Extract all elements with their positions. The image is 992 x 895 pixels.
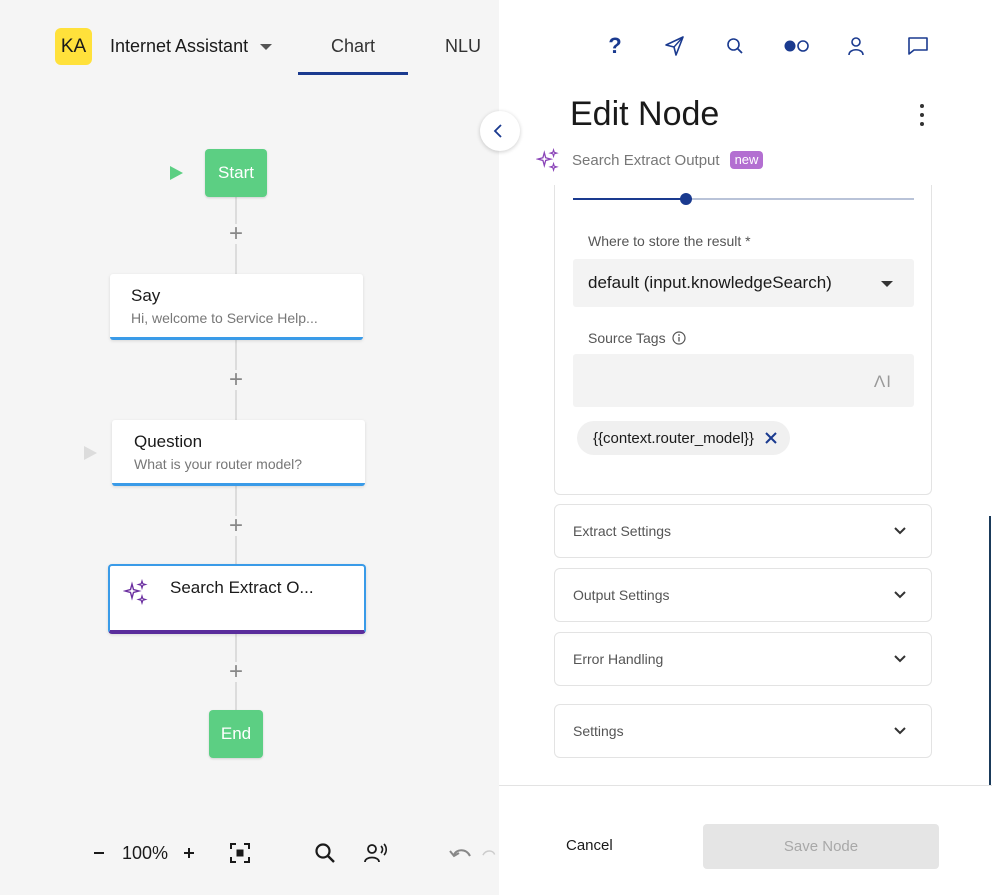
search-icon[interactable] bbox=[721, 32, 749, 60]
help-icon[interactable]: ? bbox=[601, 32, 629, 60]
project-name-label: Internet Assistant bbox=[110, 36, 249, 56]
footer-divider bbox=[499, 785, 992, 786]
voice-preview-icon[interactable] bbox=[363, 838, 389, 868]
canvas-toolbar: 100% bbox=[0, 838, 499, 868]
top-icon-bar: ? bbox=[499, 32, 992, 62]
scrollbar[interactable] bbox=[989, 516, 991, 785]
edit-node-panel: ? Edit Node Search Extract Output new Wh… bbox=[499, 0, 992, 895]
node-title: Question bbox=[134, 432, 203, 451]
add-node-button[interactable]: + bbox=[226, 222, 246, 246]
project-selector[interactable]: Internet Assistant bbox=[110, 36, 273, 57]
accordion-label: Extract Settings bbox=[573, 523, 672, 539]
chevron-down-icon bbox=[894, 591, 906, 599]
chat-icon[interactable] bbox=[904, 32, 932, 60]
node-subtitle: Hi, welcome to Service Help... bbox=[131, 310, 318, 326]
store-result-label: Where to store the result * bbox=[588, 233, 751, 249]
play-icon[interactable] bbox=[170, 166, 183, 180]
zoom-out-icon[interactable] bbox=[90, 838, 108, 868]
zoom-level: 100% bbox=[121, 842, 169, 863]
sparkle-icon bbox=[536, 148, 559, 172]
chevron-down-icon bbox=[894, 527, 906, 535]
undo-icon[interactable] bbox=[448, 838, 474, 868]
store-result-value: default (input.knowledgeSearch) bbox=[588, 273, 832, 292]
toggle-icon[interactable] bbox=[782, 32, 812, 60]
accordion-label: Settings bbox=[573, 723, 624, 739]
node-subtitle: What is your router model? bbox=[134, 456, 303, 472]
node-title: Say bbox=[131, 286, 161, 305]
play-icon bbox=[84, 446, 97, 460]
source-tags-label: Source Tags bbox=[588, 330, 666, 346]
start-node[interactable]: Start bbox=[205, 149, 267, 197]
say-node[interactable]: Say Hi, welcome to Service Help... bbox=[110, 274, 363, 340]
slider-thumb[interactable] bbox=[680, 193, 692, 205]
add-node-button[interactable]: + bbox=[226, 514, 246, 538]
chevron-left-icon bbox=[493, 124, 502, 138]
slider-fill bbox=[573, 198, 687, 200]
info-icon[interactable] bbox=[671, 331, 686, 345]
search-extract-node[interactable]: Search Extract O... bbox=[108, 564, 366, 634]
chevron-down-icon bbox=[881, 281, 893, 287]
accordion-output-settings[interactable]: Output Settings bbox=[554, 568, 932, 622]
end-node[interactable]: End bbox=[209, 710, 263, 758]
store-result-select[interactable]: default (input.knowledgeSearch) bbox=[573, 259, 914, 307]
add-node-button[interactable]: + bbox=[226, 660, 246, 684]
ai-icon[interactable]: ΛI bbox=[874, 372, 892, 392]
flow-canvas[interactable]: KA Internet Assistant Chart NLU + + + + … bbox=[0, 0, 499, 895]
chip-label: {{context.router_model}} bbox=[593, 429, 754, 447]
node-title: Search Extract O... bbox=[170, 578, 314, 597]
save-node-button[interactable]: Save Node bbox=[703, 824, 939, 869]
accordion-label: Output Settings bbox=[573, 587, 670, 603]
cancel-button[interactable]: Cancel bbox=[566, 837, 613, 854]
question-node[interactable]: Question What is your router model? bbox=[112, 420, 365, 486]
zoom-in-icon[interactable] bbox=[180, 838, 198, 868]
chevron-down-icon bbox=[260, 43, 273, 50]
search-icon[interactable] bbox=[313, 838, 337, 868]
compass-icon[interactable] bbox=[661, 32, 689, 60]
fit-view-icon[interactable] bbox=[228, 838, 252, 868]
project-avatar[interactable]: KA bbox=[55, 28, 92, 65]
accordion-extract-settings[interactable]: Extract Settings bbox=[554, 504, 932, 558]
redo-icon[interactable] bbox=[480, 838, 499, 868]
chevron-down-icon bbox=[894, 727, 906, 735]
panel-title: Edit Node bbox=[570, 95, 720, 133]
close-icon[interactable] bbox=[764, 431, 778, 445]
tab-active-indicator bbox=[298, 72, 408, 75]
more-options-icon[interactable] bbox=[917, 104, 927, 126]
new-badge: new bbox=[729, 151, 764, 169]
add-node-button[interactable]: + bbox=[226, 368, 246, 392]
node-type-row: Search Extract Output new bbox=[536, 148, 764, 172]
chevron-down-icon bbox=[894, 655, 906, 663]
collapse-panel-button[interactable] bbox=[480, 111, 520, 151]
source-tags-input[interactable]: ΛI bbox=[573, 354, 914, 407]
source-tag-chip: {{context.router_model}} bbox=[577, 421, 790, 455]
node-type-label: Search Extract Output bbox=[572, 151, 720, 169]
sparkle-icon bbox=[123, 579, 148, 605]
user-icon[interactable] bbox=[842, 32, 870, 60]
accordion-error-handling[interactable]: Error Handling bbox=[554, 632, 932, 686]
source-tags-label-row: Source Tags bbox=[588, 330, 686, 346]
tab-chart[interactable]: Chart bbox=[298, 36, 408, 57]
tab-nlu[interactable]: NLU bbox=[445, 36, 481, 57]
accordion-settings[interactable]: Settings bbox=[554, 704, 932, 758]
accordion-label: Error Handling bbox=[573, 651, 664, 667]
